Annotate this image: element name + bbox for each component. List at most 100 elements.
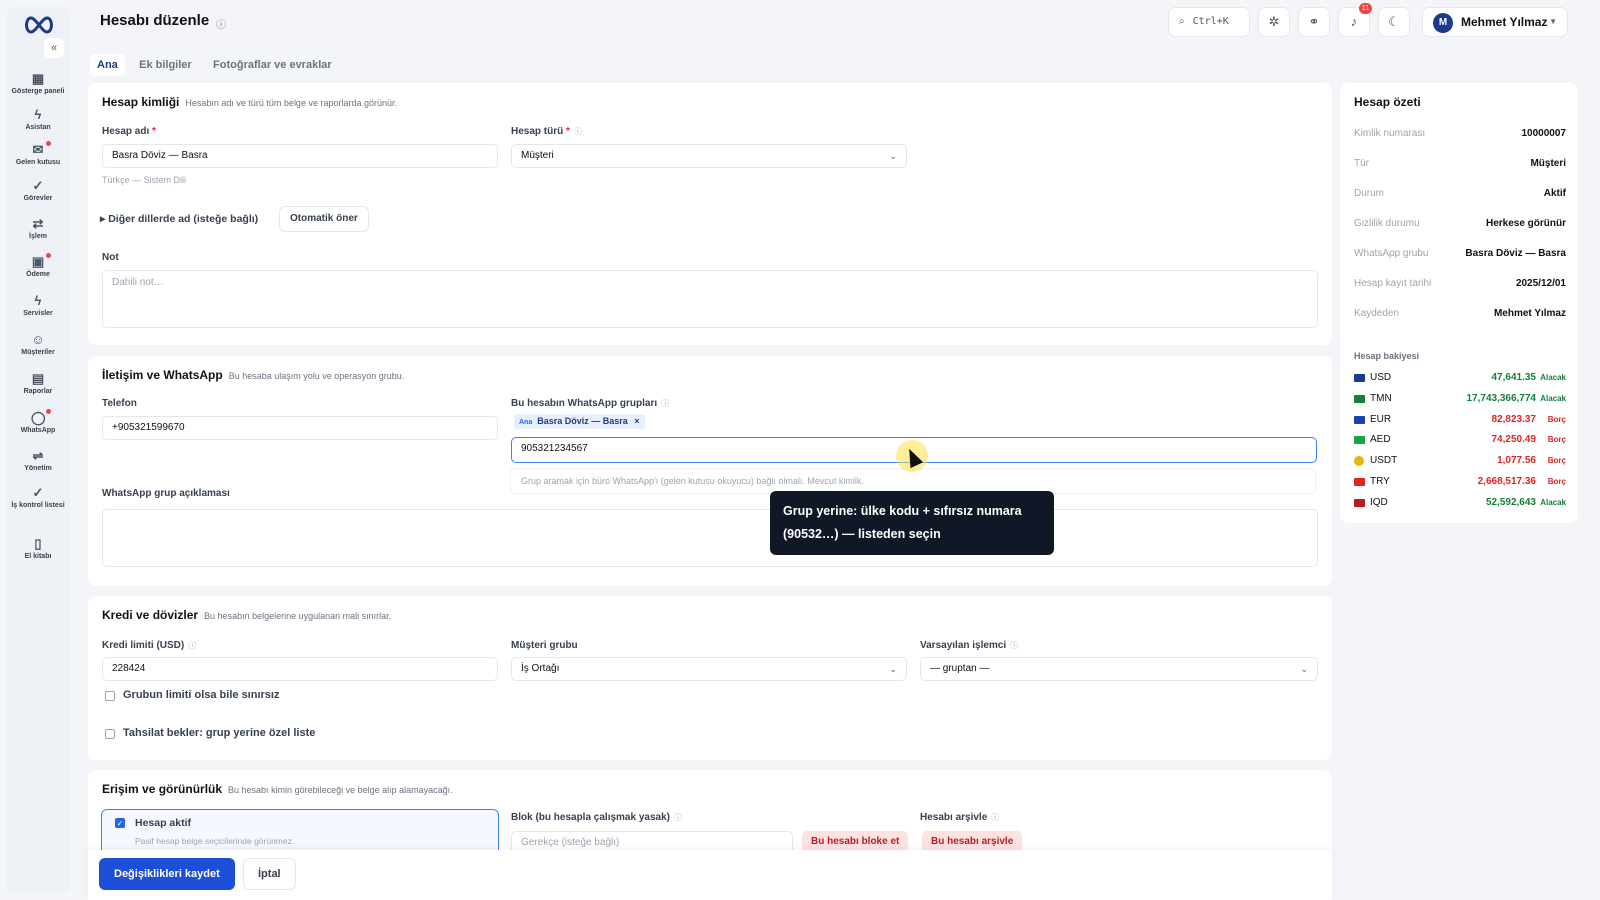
- topbar: Hesabı düzenle ⓘ ⌕ Ctrl+K ✲ ⚭ ♪ 11 ☾ M Me…: [80, 0, 1600, 44]
- check-icon: ✓: [32, 178, 44, 193]
- summary-value: 10000007: [1521, 128, 1567, 139]
- collection-label: Tahsilat bekler: grup yerine özel liste: [123, 727, 316, 739]
- balance-amount: 82,823.37: [1491, 413, 1537, 425]
- sidebar-item-bolt[interactable]: ϟ Asistan: [6, 108, 70, 132]
- remove-chip-icon[interactable]: ×: [634, 416, 639, 426]
- sidebar-item-label: İşlem: [29, 233, 47, 240]
- balance-row: EUR 82,823.37 Borç: [1354, 414, 1566, 428]
- balance-amount: 2,668,517.36: [1477, 476, 1536, 487]
- currency-code: EUR: [1370, 413, 1392, 425]
- chevron-down-icon: ⌄: [1300, 664, 1308, 674]
- sidebar-item-dashboard[interactable]: ▦ Gösterge paneli: [6, 71, 70, 96]
- currency-code: IQD: [1370, 496, 1388, 508]
- sidebar-item-lightning[interactable]: ϟ Servisler: [6, 293, 70, 318]
- user-menu-button[interactable]: M Mehmet Yılmaz ▼: [1422, 7, 1568, 37]
- sidebar-item-label: Gösterge paneli: [11, 88, 65, 95]
- block-label: Blok (bu hesapla çalışmak yasak) ⓘ: [511, 812, 682, 823]
- summary-row: WhatsApp grubu Basra Döviz — Basra: [1354, 248, 1566, 262]
- sidebar-item-report[interactable]: ▤ Raporlar: [6, 372, 70, 396]
- sidebar-item-label: Asistan: [25, 124, 51, 131]
- sidebar-item-users[interactable]: ☺ Müşteriler: [6, 333, 70, 357]
- summary-key: WhatsApp grubu: [1354, 248, 1429, 259]
- balance-status: Borç: [1547, 414, 1566, 424]
- group-chip: Ana Basra Döviz — Basra ×: [514, 414, 645, 429]
- auto-suggest-button[interactable]: Otomatik öner: [279, 206, 369, 232]
- flag-icon: [1354, 436, 1365, 445]
- archive-label: Hesabı arşivle ⓘ: [920, 812, 1000, 823]
- summary-value: Müşteri: [1530, 158, 1566, 169]
- sidebar-item-label: WhatsApp: [20, 427, 56, 434]
- flag-icon: [1354, 456, 1364, 467]
- credit-subtitle: Bu hesabın belgelerine uygulanan mali sı…: [204, 611, 392, 621]
- summary-row: Tür Müşteri: [1354, 158, 1566, 172]
- summary-row: Kaydeden Mehmet Yılmaz: [1354, 308, 1566, 322]
- account-active-checkbox[interactable]: ✓: [115, 818, 125, 828]
- sidebar-item-inbox[interactable]: ✉ Gelen kutusu: [6, 141, 70, 166]
- tab-extra-info[interactable]: Ek bilgiler: [132, 54, 199, 76]
- whatsapp-groups-label: Bu hesabın WhatsApp grupları ⓘ: [511, 398, 670, 409]
- lightning-icon: ϟ: [34, 293, 42, 308]
- balance-amount: 17,743,366,774: [1466, 392, 1536, 404]
- summary-value: Aktif: [1543, 188, 1566, 199]
- tab-photos-documents[interactable]: Fotoğraflar ve evraklar: [206, 54, 339, 76]
- collapse-sidebar-button[interactable]: «: [44, 38, 64, 58]
- bug-icon: ✲: [1268, 14, 1280, 29]
- sidebar-item-chat[interactable]: ◯ WhatsApp: [6, 409, 70, 434]
- balance-title: Hesap bakiyesi: [1354, 351, 1420, 361]
- avatar: M: [1433, 13, 1453, 33]
- account-type-select[interactable]: Müşteri ⌄: [511, 144, 907, 168]
- tab-bar: Ana Ek bilgiler Fotoğraflar ve evraklar: [90, 54, 343, 76]
- wallet-icon: ▣: [31, 254, 45, 269]
- account-name-input[interactable]: Basra Döviz — Basra: [102, 144, 498, 168]
- balance-row: TRY 2,668,517.36 Borç: [1354, 476, 1566, 490]
- dashboard-icon: ▦: [31, 71, 45, 86]
- cancel-button[interactable]: İptal: [243, 858, 296, 890]
- moon-icon: ☾: [1388, 14, 1400, 29]
- balance-row: TMN 17,743,366,774 Alacak: [1354, 393, 1566, 407]
- save-button[interactable]: Değişiklikleri kaydet: [99, 858, 235, 890]
- sidebar-item-check[interactable]: ✓ Görevler: [6, 178, 70, 203]
- unlimited-checkbox[interactable]: [105, 691, 115, 701]
- balance-status: Alacak: [1540, 373, 1566, 382]
- sidebar-item-wallet[interactable]: ▣ Ödeme: [6, 253, 70, 278]
- sidebar-item-book[interactable]: ▯ El kitabı: [6, 537, 70, 561]
- link-button[interactable]: ⚭: [1298, 7, 1330, 37]
- customer-group-select[interactable]: İş Ortağı ⌄: [511, 657, 907, 681]
- logo-icon: [25, 16, 53, 34]
- other-languages-toggle[interactable]: ▸ Diğer dillerde ad (isteğe bağlı): [100, 213, 258, 225]
- page-title: Hesabı düzenle: [100, 12, 210, 29]
- bug-button[interactable]: ✲: [1258, 7, 1290, 37]
- notifications-button[interactable]: ♪ 11: [1338, 3, 1372, 37]
- notification-badge: 11: [1358, 3, 1372, 14]
- identity-title: Hesap kimliği Hesabın adı ve türü tüm bel…: [102, 95, 398, 109]
- group-description-textarea[interactable]: [102, 509, 1318, 567]
- balance-row: USD 47,641.35 Alacak: [1354, 372, 1566, 386]
- note-textarea[interactable]: Dahili not…: [102, 270, 1318, 328]
- sidebar-item-sliders[interactable]: ⇌ Yönetim: [6, 449, 70, 473]
- account-summary-panel: Hesap özeti Kimlik numarası 10000007 Tür Mü…: [1340, 83, 1578, 523]
- balance-amount: 1,077.56: [1497, 455, 1536, 467]
- sidebar-item-checklist[interactable]: ✓ İş kontrol listesi: [6, 485, 70, 510]
- summary-row: Durum Aktif: [1354, 188, 1566, 202]
- default-handler-label: Varsayılan işlemci ⓘ: [920, 640, 1019, 651]
- collection-checkbox[interactable]: [105, 729, 115, 739]
- currency-code: TRY: [1370, 476, 1390, 487]
- credit-limit-input[interactable]: 228424: [102, 657, 498, 681]
- account-active-box[interactable]: [101, 809, 499, 855]
- theme-toggle-button[interactable]: ☾: [1378, 7, 1410, 37]
- checklist-icon: ✓: [32, 485, 44, 500]
- summary-key: Gizlilik durumu: [1354, 218, 1420, 229]
- balance-amount: 47,641.35: [1491, 372, 1537, 383]
- currency-code: AED: [1370, 434, 1391, 446]
- balance-row: IQD 52,592,643 Alacak: [1354, 497, 1566, 511]
- tab-main[interactable]: Ana: [90, 54, 125, 76]
- search-button[interactable]: ⌕ Ctrl+K: [1168, 7, 1250, 37]
- summary-row: Gizlilik durumu Herkese görünür: [1354, 218, 1566, 232]
- default-handler-select[interactable]: — gruptan — ⌄: [920, 657, 1318, 681]
- tooltip: Grup yerine: ülke kodu + sıfırsız numara…: [770, 491, 1054, 555]
- phone-input[interactable]: +905321599670: [102, 416, 498, 440]
- sidebar-item-transfer[interactable]: ⇄ İşlem: [6, 217, 70, 241]
- unread-dot: [46, 141, 51, 146]
- info-icon[interactable]: ⓘ: [216, 16, 226, 31]
- balance-status: Borç: [1547, 435, 1566, 445]
